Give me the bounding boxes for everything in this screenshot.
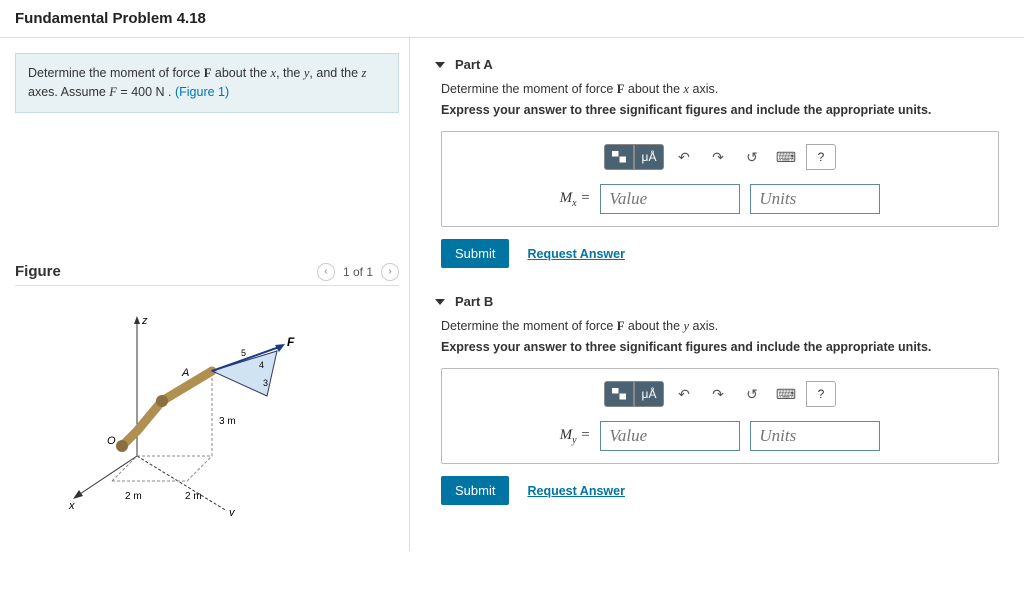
toolbar-b: μÅ ↶ ↷ ↺ ⌨ ?: [456, 381, 984, 407]
var-f-def: F: [109, 85, 117, 99]
units-input-a[interactable]: [750, 184, 880, 214]
var-z: z: [362, 66, 367, 80]
figure-section: Figure ‹ 1 of 1 › z x y: [15, 263, 399, 536]
part-a-instruction: Express your answer to three significant…: [441, 103, 999, 117]
units-button[interactable]: μÅ: [634, 144, 664, 170]
part-b-instruction: Express your answer to three significant…: [441, 340, 999, 354]
problem-text: , the: [276, 66, 304, 80]
reset-icon[interactable]: ↺: [738, 145, 766, 169]
pager-prev-button[interactable]: ‹: [317, 263, 335, 281]
svg-text:2 m: 2 m: [185, 491, 202, 502]
figure-image: z x y: [15, 286, 399, 536]
equation-row-b: My =: [456, 421, 984, 451]
request-answer-link-a[interactable]: Request Answer: [527, 247, 624, 261]
submit-button-b[interactable]: Submit: [441, 476, 509, 505]
q-text: Determine the moment of force: [441, 82, 617, 96]
problem-statement: Determine the moment of force F about th…: [15, 53, 399, 113]
undo-icon[interactable]: ↶: [670, 382, 698, 406]
eq-sign: =: [117, 85, 131, 99]
part-a-question: Determine the moment of force F about th…: [441, 82, 999, 97]
part-a-header[interactable]: Part A: [435, 57, 999, 72]
part-b-body: Determine the moment of force F about th…: [435, 319, 999, 505]
keyboard-icon[interactable]: ⌨: [772, 145, 800, 169]
svg-text:y: y: [228, 507, 236, 516]
page-header: Fundamental Problem 4.18: [0, 0, 1024, 38]
units-input-b[interactable]: [750, 421, 880, 451]
part-b-header[interactable]: Part B: [435, 294, 999, 309]
q-text: Determine the moment of force: [441, 319, 617, 333]
page-title: Fundamental Problem 4.18: [15, 10, 1009, 27]
redo-icon[interactable]: ↷: [704, 382, 732, 406]
template-button[interactable]: [604, 381, 634, 407]
caret-down-icon: [435, 62, 445, 68]
submit-button-a[interactable]: Submit: [441, 239, 509, 268]
svg-text:2 m: 2 m: [125, 491, 142, 502]
units-button[interactable]: μÅ: [634, 381, 664, 407]
toolbar-a: μÅ ↶ ↷ ↺ ⌨ ?: [456, 144, 984, 170]
f-value: 400 N: [131, 85, 164, 99]
svg-text:A: A: [181, 367, 189, 379]
svg-text:x: x: [68, 500, 75, 512]
right-column: Part A Determine the moment of force F a…: [410, 38, 1024, 551]
moment-label-b: My =: [560, 427, 591, 446]
diagram-svg: z x y: [67, 306, 347, 516]
q-text: about the: [624, 319, 683, 333]
problem-text: axes. Assume: [28, 85, 109, 99]
moment-label-a: Mx =: [560, 190, 591, 209]
value-input-a[interactable]: [600, 184, 740, 214]
part-b-title: Part B: [455, 294, 493, 309]
svg-text:4: 4: [259, 360, 264, 370]
pager-label: 1 of 1: [343, 265, 373, 279]
part-a-title: Part A: [455, 57, 493, 72]
figure-pager: ‹ 1 of 1 ›: [317, 263, 399, 281]
figure-heading: Figure: [15, 263, 61, 280]
template-button[interactable]: [604, 144, 634, 170]
problem-text: , and the: [309, 66, 361, 80]
problem-text: Determine the moment of force: [28, 66, 204, 80]
keyboard-icon[interactable]: ⌨: [772, 382, 800, 406]
q-text: about the: [624, 82, 683, 96]
figure-link[interactable]: (Figure 1): [175, 85, 229, 99]
svg-text:5: 5: [241, 348, 246, 358]
redo-icon[interactable]: ↷: [704, 145, 732, 169]
problem-text: .: [165, 85, 175, 99]
left-column: Determine the moment of force F about th…: [0, 38, 410, 551]
svg-text:F: F: [287, 335, 295, 349]
caret-down-icon: [435, 299, 445, 305]
reset-icon[interactable]: ↺: [738, 382, 766, 406]
q-text: axis.: [689, 319, 718, 333]
equation-row-a: Mx =: [456, 184, 984, 214]
part-b-question: Determine the moment of force F about th…: [441, 319, 999, 334]
q-text: axis.: [689, 82, 718, 96]
help-button[interactable]: ?: [806, 381, 836, 407]
pager-next-button[interactable]: ›: [381, 263, 399, 281]
svg-text:z: z: [141, 315, 148, 327]
part-b-answer-box: μÅ ↶ ↷ ↺ ⌨ ? My =: [441, 368, 999, 464]
svg-text:3: 3: [263, 378, 268, 388]
svg-text:O: O: [107, 435, 116, 447]
undo-icon[interactable]: ↶: [670, 145, 698, 169]
problem-text: about the: [211, 66, 270, 80]
part-a-body: Determine the moment of force F about th…: [435, 82, 999, 268]
help-button[interactable]: ?: [806, 144, 836, 170]
part-a-answer-box: μÅ ↶ ↷ ↺ ⌨ ? Mx =: [441, 131, 999, 227]
value-input-b[interactable]: [600, 421, 740, 451]
svg-text:3 m: 3 m: [219, 416, 236, 427]
request-answer-link-b[interactable]: Request Answer: [527, 484, 624, 498]
